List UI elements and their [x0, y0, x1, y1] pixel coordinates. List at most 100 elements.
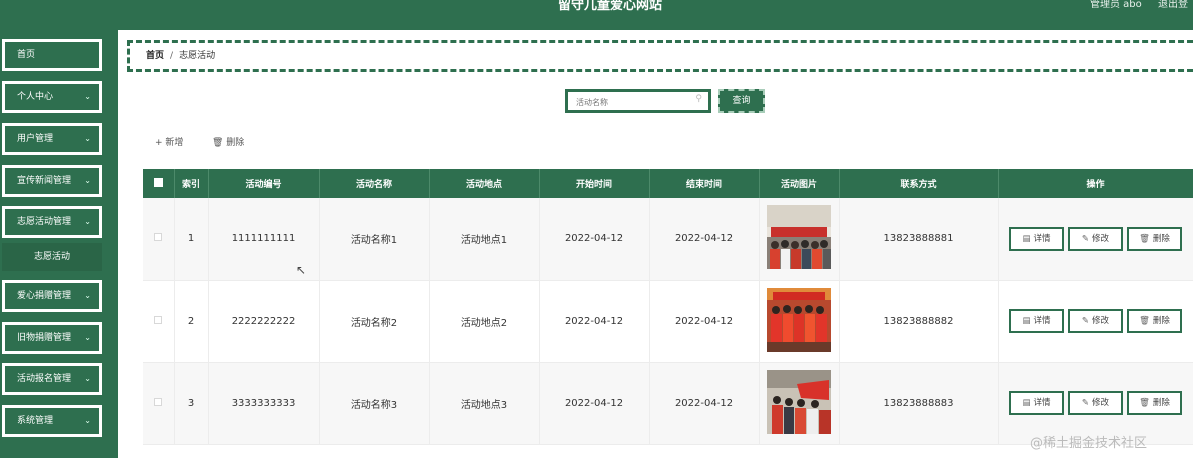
row-start: 2022-04-12: [539, 362, 650, 445]
batch-delete-button[interactable]: 🗑 删除: [212, 135, 244, 148]
document-icon: ▤: [1022, 398, 1031, 408]
row-name: 活动名称3: [319, 362, 430, 445]
sidebar-item-user-management[interactable]: 用户管理 ⌄: [2, 123, 102, 155]
chevron-down-icon: ⌄: [84, 333, 91, 342]
edit-button[interactable]: ✎ 修改: [1068, 391, 1123, 415]
sidebar: 首页 个人中心 ⌄ 用户管理 ⌄ 宣传新闻管理 ⌄ 志愿活动管理 ⌄ 志愿活动 …: [0, 30, 118, 458]
row-ops: ▤ 详情 ✎ 修改 🗑 删除: [998, 280, 1193, 363]
row-ops: ▤ 详情 ✎ 修改 🗑 删除: [998, 198, 1193, 281]
header-start: 开始时间: [539, 169, 650, 198]
row-start: 2022-04-12: [539, 198, 650, 281]
sidebar-item-label: 个人中心: [17, 92, 54, 102]
detail-label: 详情: [1033, 316, 1051, 326]
activity-photo: [767, 369, 831, 434]
header-index: 索引: [174, 169, 209, 198]
plus-icon: +: [155, 138, 166, 148]
sidebar-item-home[interactable]: 首页: [2, 39, 102, 71]
watermark: @稀土掘金技术社区: [1030, 436, 1148, 451]
sidebar-item-system-management[interactable]: 系统管理 ⌄: [2, 405, 102, 437]
sidebar-item-used-goods-management[interactable]: 旧物捐赠管理 ⌄: [2, 322, 102, 354]
pencil-icon: ✎: [1081, 398, 1090, 408]
chevron-down-icon: ⌄: [84, 134, 91, 143]
row-select-cell: [143, 198, 175, 281]
row-name: 活动名称1: [319, 198, 430, 281]
delete-button[interactable]: 🗑 删除: [1127, 226, 1182, 251]
sidebar-item-label: 志愿活动管理: [17, 217, 72, 227]
trash-icon: 🗑: [1139, 398, 1150, 408]
edit-label: 修改: [1092, 316, 1110, 326]
add-button-label: 新增: [165, 138, 184, 148]
detail-button[interactable]: ▤ 详情: [1009, 226, 1064, 251]
sidebar-item-signup-management[interactable]: 活动报名管理 ⌄: [2, 363, 102, 395]
top-bar: 留守儿童爱心网站 管理员 abo 退出登: [0, 0, 1193, 30]
activity-photo: [767, 205, 831, 270]
row-checkbox[interactable]: [154, 315, 163, 324]
detail-button[interactable]: ▤ 详情: [1009, 309, 1064, 333]
header-image: 活动图片: [759, 169, 840, 198]
row-index: 3: [174, 362, 209, 445]
row-start: 2022-04-12: [539, 280, 650, 363]
add-button[interactable]: + 新增: [155, 135, 183, 148]
detail-label: 详情: [1033, 233, 1051, 244]
sidebar-item-label: 用户管理: [17, 134, 54, 144]
row-image-cell: [759, 362, 840, 445]
row-select-cell: [143, 280, 175, 363]
trash-icon: 🗑: [1139, 233, 1150, 244]
row-phone: 13823888883: [839, 362, 999, 445]
chevron-down-icon: ⌄: [84, 92, 91, 101]
header-phone: 联系方式: [839, 169, 999, 198]
table-header-row: 索引 活动编号 活动名称 活动地点 开始时间 结束时间 活动图片 联系方式 操作: [143, 169, 1193, 198]
breadcrumb-separator: /: [170, 51, 174, 61]
header-select-all[interactable]: [143, 169, 175, 198]
mouse-cursor-icon: ↖: [296, 263, 307, 277]
breadcrumb-current: 志愿活动: [179, 51, 216, 61]
sidebar-item-label: 宣传新闻管理: [17, 176, 72, 186]
edit-label: 修改: [1092, 398, 1110, 408]
row-code: 3333333333: [208, 362, 320, 445]
search-input[interactable]: [576, 95, 688, 109]
header-place: 活动地点: [429, 169, 540, 198]
header-name: 活动名称: [319, 169, 430, 198]
delete-button[interactable]: 🗑 删除: [1127, 391, 1182, 415]
query-button[interactable]: 查询: [718, 89, 765, 113]
row-end: 2022-04-12: [649, 280, 760, 363]
delete-button[interactable]: 🗑 删除: [1127, 309, 1182, 333]
pencil-icon: ✎: [1081, 316, 1090, 326]
sidebar-item-label: 活动报名管理: [17, 374, 72, 384]
sidebar-item-volunteer-management[interactable]: 志愿活动管理 ⌄: [2, 206, 102, 238]
chevron-down-icon: ⌄: [84, 217, 91, 226]
sidebar-item-label: 系统管理: [17, 416, 54, 426]
breadcrumb-home[interactable]: 首页: [146, 51, 164, 61]
activity-table: 索引 活动编号 活动名称 活动地点 开始时间 结束时间 活动图片 联系方式 操作…: [143, 169, 1193, 445]
edit-button[interactable]: ✎ 修改: [1068, 226, 1123, 251]
chevron-down-icon: ⌄: [84, 374, 91, 383]
admin-label: 管理员 abo: [1090, 0, 1142, 10]
row-phone: 13823888881: [839, 198, 999, 281]
pencil-icon: ✎: [1081, 233, 1090, 244]
batch-delete-label: 删除: [226, 138, 245, 148]
edit-button[interactable]: ✎ 修改: [1068, 309, 1123, 333]
document-icon: ▤: [1022, 316, 1031, 326]
logout-link[interactable]: 退出登: [1158, 0, 1188, 10]
chevron-down-icon: ⌄: [84, 416, 91, 425]
activity-photo: [767, 287, 831, 352]
row-checkbox[interactable]: [154, 397, 163, 406]
sidebar-item-news-management[interactable]: 宣传新闻管理 ⌄: [2, 165, 102, 197]
sidebar-item-personal-center[interactable]: 个人中心 ⌄: [2, 81, 102, 113]
chevron-down-icon: ⌄: [84, 291, 91, 300]
row-end: 2022-04-12: [649, 198, 760, 281]
row-image-cell: [759, 280, 840, 363]
delete-label: 删除: [1152, 233, 1170, 244]
sidebar-subitem-volunteer-activity[interactable]: 志愿活动: [2, 243, 102, 271]
select-all-checkbox[interactable]: [153, 177, 163, 187]
row-checkbox[interactable]: [154, 233, 163, 242]
chevron-down-icon: ⌄: [84, 176, 91, 185]
header-ops: 操作: [998, 169, 1193, 198]
delete-label: 删除: [1152, 398, 1170, 408]
detail-button[interactable]: ▤ 详情: [1009, 391, 1064, 415]
site-title: 留守儿童爱心网站: [557, 0, 662, 13]
row-end: 2022-04-12: [649, 362, 760, 445]
sidebar-item-donation-management[interactable]: 爱心捐赠管理 ⌄: [2, 280, 102, 312]
table-row: 2 2222222222 活动名称2 活动地点2 2022-04-12 2022…: [143, 280, 1193, 363]
breadcrumb: 首页 / 志愿活动: [127, 40, 1193, 72]
